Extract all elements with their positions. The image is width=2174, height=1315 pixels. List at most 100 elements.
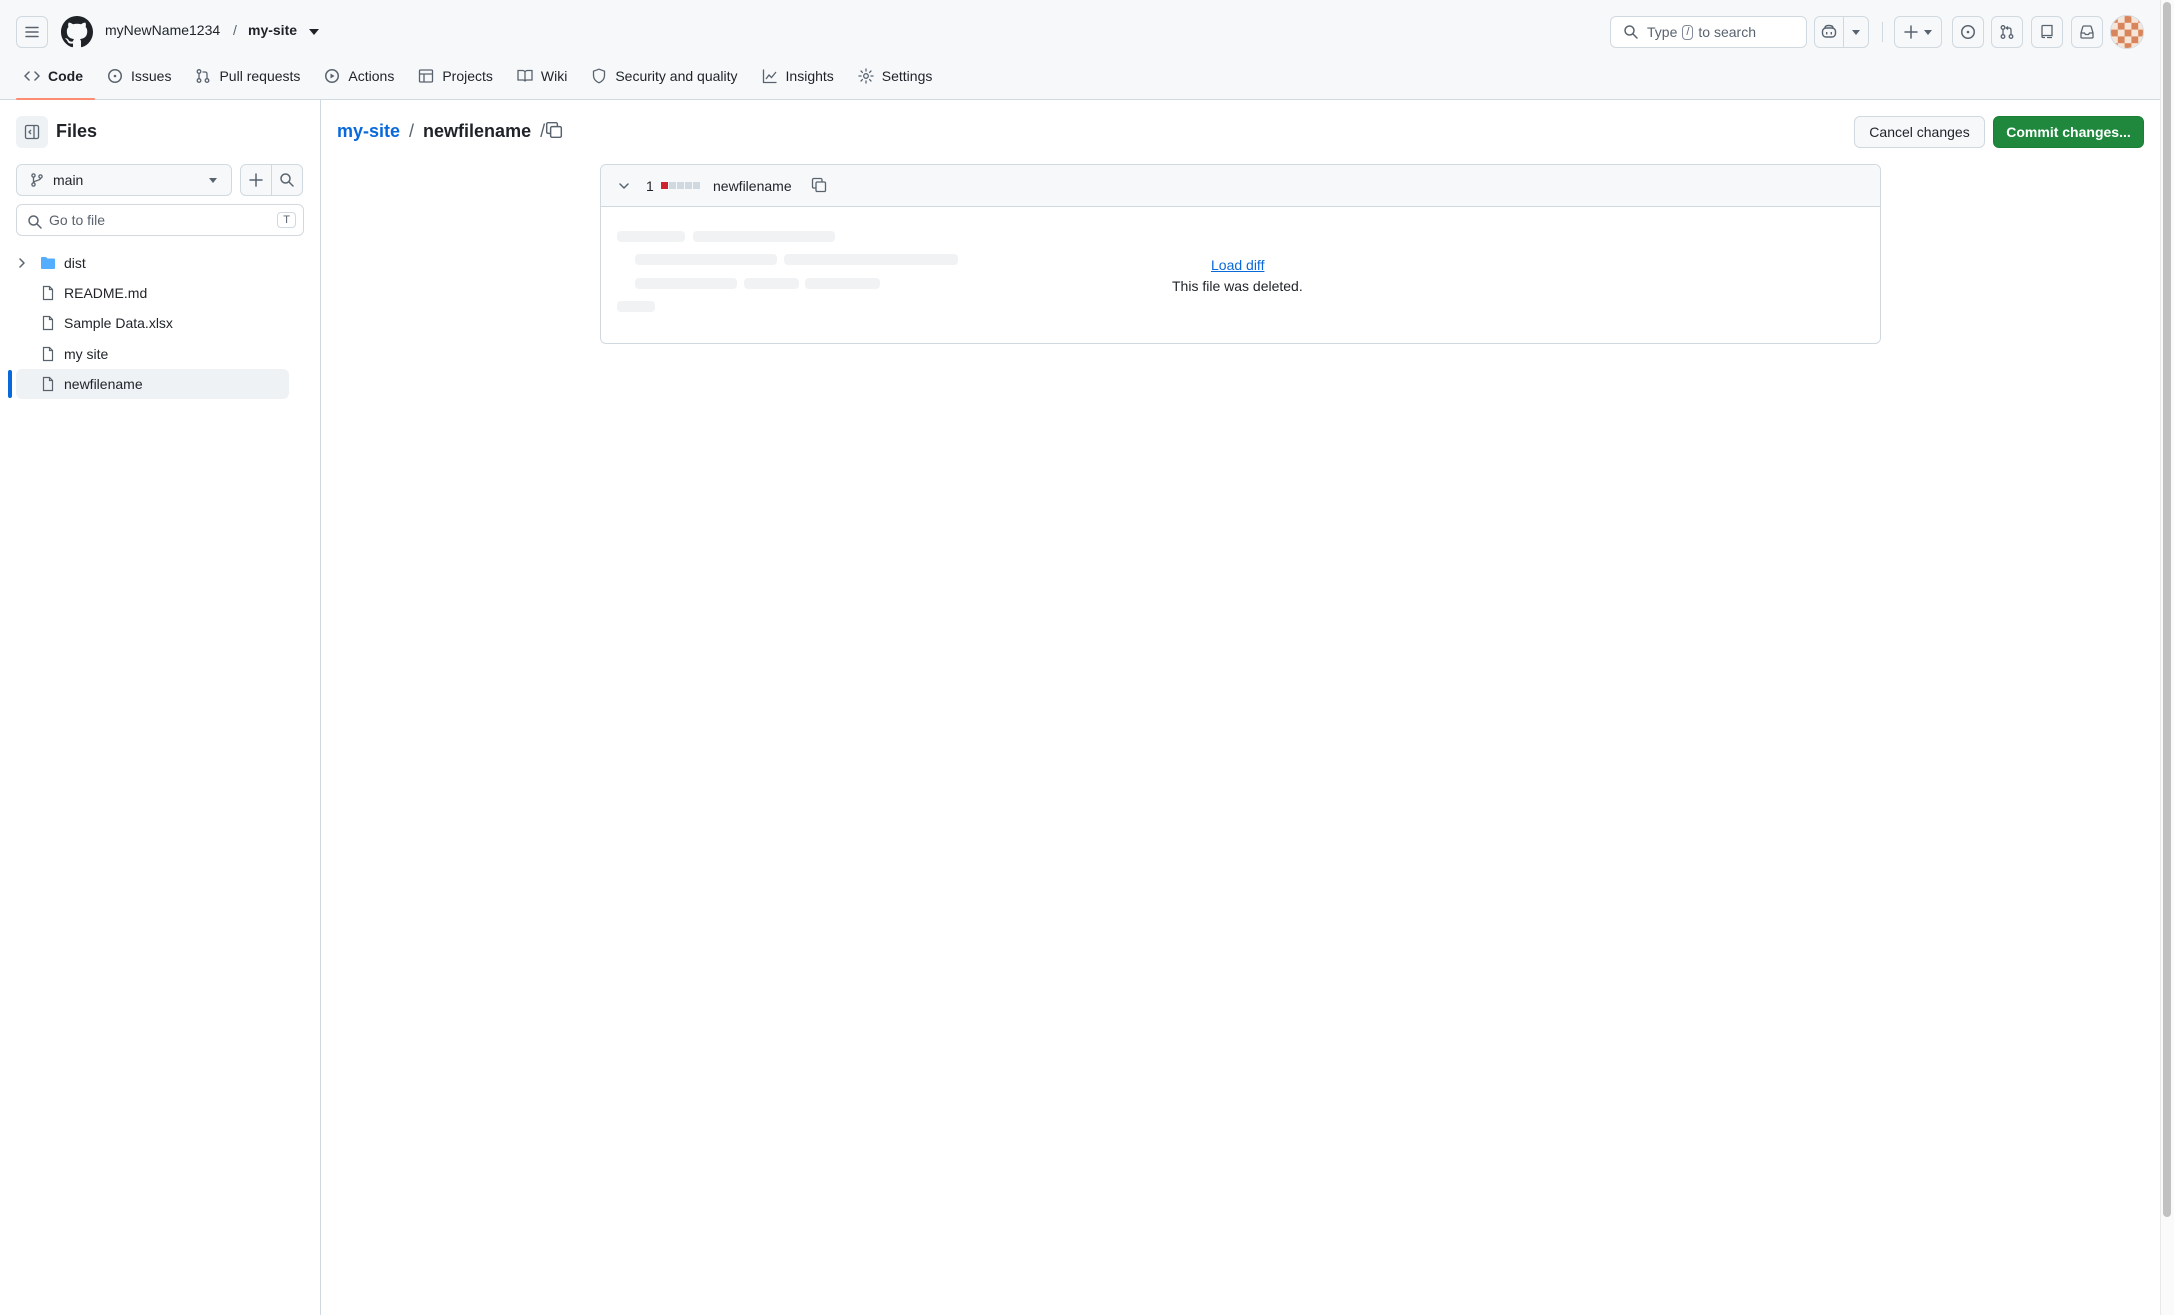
file-deleted-message: This file was deleted. (1172, 278, 1303, 294)
diff-filename: newfilename (713, 178, 792, 194)
book-icon (517, 69, 533, 82)
copilot-button[interactable] (1814, 16, 1869, 48)
header-divider (1882, 22, 1883, 42)
search-icon (280, 173, 294, 187)
search-icon (1624, 25, 1638, 39)
folder-icon (41, 257, 55, 269)
cancel-changes-button[interactable]: Cancel changes (1854, 116, 1985, 148)
tab-label: Actions (348, 68, 395, 84)
avatar[interactable] (2110, 15, 2144, 49)
file-icon (42, 346, 54, 362)
caret-down-icon (1852, 29, 1861, 35)
hamburger-icon (25, 26, 39, 38)
tree-item-my-site[interactable]: my site (16, 339, 289, 369)
chevron-down-icon[interactable] (617, 179, 631, 193)
tab-code[interactable]: Code (16, 60, 95, 100)
tree-item-dist[interactable]: dist (16, 248, 289, 278)
search-icon (28, 215, 42, 229)
tab-insights[interactable]: Insights (754, 60, 846, 92)
breadcrumb-repo-link[interactable]: my-site (337, 121, 400, 142)
copy-icon[interactable] (811, 177, 827, 193)
commit-changes-button[interactable]: Commit changes... (1993, 116, 2144, 148)
search-input[interactable]: Type / to search (1610, 16, 1807, 48)
pull-requests-button[interactable] (1991, 16, 2023, 48)
chevron-right-icon[interactable] (16, 257, 28, 269)
diff-stat-icon (661, 182, 700, 189)
tab-label: Projects (442, 68, 493, 84)
skeleton-line (744, 278, 799, 289)
menu-button[interactable] (16, 16, 48, 48)
tree-item-label: README.md (64, 285, 148, 301)
branch-selector[interactable]: main (16, 164, 232, 196)
plus-icon (249, 173, 263, 187)
tab-issues[interactable]: Issues (99, 60, 183, 92)
branch-name: main (53, 172, 84, 188)
tree-item-readme[interactable]: README.md (16, 278, 289, 308)
skeleton-line (805, 278, 880, 289)
go-to-file-placeholder: Go to file (49, 212, 106, 228)
collapse-sidebar-button[interactable] (16, 116, 48, 148)
caret-down-icon[interactable] (309, 29, 319, 35)
repositories-button[interactable] (2031, 16, 2063, 48)
load-diff-link[interactable]: Load diff (1211, 257, 1264, 273)
play-icon (325, 69, 340, 83)
tab-label: Code (48, 68, 83, 84)
tab-label: Insights (785, 68, 834, 84)
file-tree-sidebar: Files main Go to file T dist README.md S… (0, 100, 321, 1315)
tab-wiki[interactable]: Wiki (509, 60, 579, 92)
sidebar-collapse-icon (24, 124, 40, 140)
diff-file-card: 1 newfilename (600, 164, 1881, 344)
file-icon (42, 315, 54, 331)
owner-link[interactable]: myNewName1234 (105, 22, 220, 38)
tab-settings[interactable]: Settings (850, 60, 945, 92)
git-pull-request-icon (2000, 25, 2014, 39)
skeleton-line (617, 301, 655, 312)
global-header: myNewName1234 / my-site Type / to search (0, 0, 2160, 100)
scrollbar-thumb[interactable] (2163, 2, 2171, 1217)
tab-label: Pull requests (219, 68, 301, 84)
tab-label: Settings (881, 68, 933, 84)
sidebar-title: Files (56, 121, 98, 141)
tree-item-label: Sample Data.xlsx (64, 315, 173, 331)
file-icon (42, 285, 54, 301)
diff-file-header: 1 newfilename (601, 165, 1880, 207)
go-to-file-input[interactable]: Go to file T (16, 204, 304, 236)
create-new-button[interactable] (1894, 16, 1942, 48)
tab-label: Issues (131, 68, 172, 84)
tab-pull-requests[interactable]: Pull requests (187, 60, 312, 92)
tree-item-newfilename[interactable]: newfilename (16, 369, 289, 399)
skeleton-line (617, 231, 685, 242)
copy-path-icon[interactable] (545, 121, 563, 139)
search-prefix: Type (1647, 24, 1678, 40)
skeleton-line (635, 278, 737, 289)
search-shortcut-key: / (1682, 24, 1694, 40)
search-suffix: to search (1698, 24, 1757, 40)
tree-item-sample-data[interactable]: Sample Data.xlsx (16, 308, 289, 338)
breadcrumb-file: newfilename (423, 121, 532, 141)
notifications-button[interactable] (2071, 16, 2103, 48)
git-branch-icon (31, 173, 43, 187)
gear-icon (858, 68, 874, 84)
tab-label: Wiki (540, 68, 568, 84)
repo-link[interactable]: my-site (248, 22, 297, 38)
tab-label: Security and quality (615, 68, 738, 84)
tree-item-label: newfilename (64, 376, 143, 392)
tab-projects[interactable]: Projects (410, 60, 505, 92)
breadcrumb-separator: / (233, 22, 237, 38)
copilot-icon (1822, 24, 1837, 38)
inbox-icon (2080, 25, 2094, 39)
search-files-button[interactable] (271, 164, 303, 196)
tab-actions[interactable]: Actions (316, 60, 406, 92)
issue-icon (108, 69, 122, 83)
code-icon (24, 71, 40, 81)
selected-indicator (8, 370, 12, 398)
identicon-icon (2111, 16, 2143, 48)
add-file-button[interactable] (240, 164, 272, 196)
github-logo-icon[interactable] (61, 16, 93, 48)
skeleton-line (784, 254, 958, 265)
plus-icon (1904, 25, 1918, 39)
skeleton-line (693, 231, 835, 242)
tab-security[interactable]: Security and quality (583, 60, 749, 92)
pull-request-icon (197, 69, 210, 83)
tree-item-label: my site (64, 346, 109, 362)
